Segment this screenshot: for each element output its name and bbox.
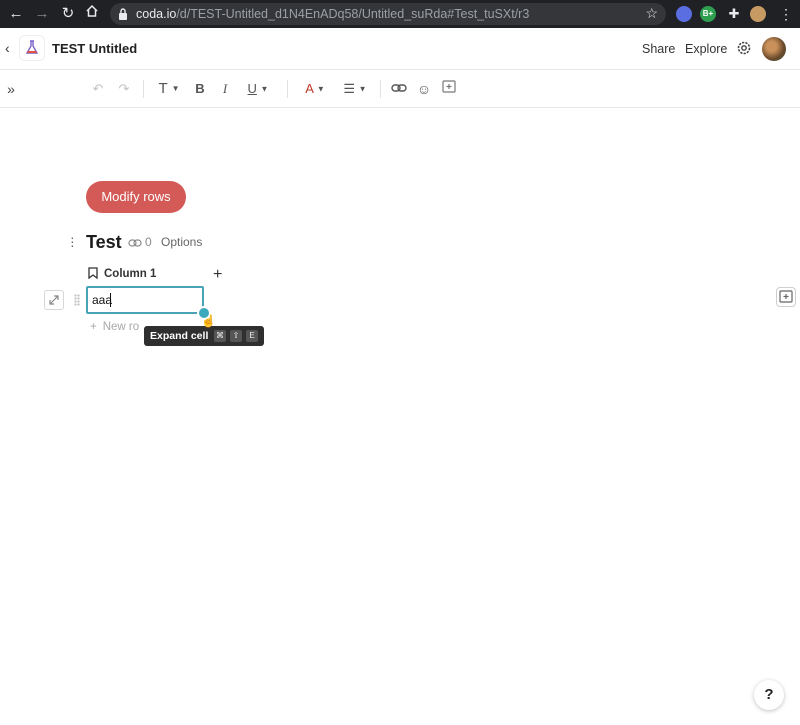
toolbar-divider bbox=[287, 80, 288, 98]
reload-icon[interactable]: ↻ bbox=[58, 4, 78, 24]
e-key: E bbox=[246, 330, 258, 342]
profile-avatar-icon[interactable] bbox=[750, 6, 766, 22]
expand-row-icon[interactable] bbox=[44, 290, 64, 310]
table-menu-icon[interactable]: · · · bbox=[70, 230, 75, 252]
browser-toolbar: ← → ↻ coda.io/d/TEST-Untitled_d1N4EnADq5… bbox=[0, 0, 800, 28]
new-row-button[interactable]: + New ro bbox=[90, 321, 139, 333]
add-comment-side-icon[interactable] bbox=[776, 287, 796, 307]
user-avatar[interactable] bbox=[762, 37, 786, 61]
extension-badge-icon[interactable]: B+ bbox=[700, 6, 716, 22]
text-cursor bbox=[110, 293, 111, 307]
toolbar-divider bbox=[380, 80, 381, 98]
modify-rows-button[interactable]: Modify rows bbox=[86, 181, 186, 213]
doc-flask-icon[interactable] bbox=[20, 36, 44, 60]
table-cell-editing[interactable]: aaa bbox=[86, 286, 204, 314]
command-key: ⌘ bbox=[214, 330, 226, 342]
italic-button[interactable]: I bbox=[218, 80, 232, 98]
connection-count: 0 bbox=[145, 235, 152, 249]
drag-handle[interactable] bbox=[74, 294, 80, 306]
add-column-icon[interactable]: + bbox=[213, 267, 222, 283]
bold-button[interactable]: B bbox=[193, 80, 207, 98]
shift-key: ⇧ bbox=[230, 330, 242, 342]
formatting-toolbar: » ↶ ↷ T ▼ B I U ▼ A ▼ ☰ ▼ ☺ bbox=[0, 70, 800, 108]
lock-icon bbox=[119, 8, 127, 20]
home-icon[interactable] bbox=[82, 4, 102, 24]
add-comment-icon[interactable] bbox=[440, 80, 458, 98]
text-style-dropdown[interactable]: T ▼ bbox=[154, 80, 184, 98]
bookmark-star-icon[interactable]: ☆ bbox=[645, 5, 658, 22]
address-bar[interactable]: coda.io/d/TEST-Untitled_d1N4EnADq58/Unti… bbox=[110, 3, 666, 25]
underline-dropdown[interactable]: U ▼ bbox=[242, 80, 274, 98]
browser-menu-icon[interactable]: ⋮ bbox=[778, 6, 794, 22]
bookmark-icon bbox=[88, 267, 98, 279]
gear-icon[interactable] bbox=[735, 39, 753, 57]
explore-button[interactable]: Explore bbox=[685, 42, 727, 56]
extension-icon[interactable] bbox=[676, 6, 692, 22]
toolbar-divider bbox=[143, 80, 144, 98]
emoji-icon[interactable]: ☺ bbox=[415, 80, 433, 98]
plus-icon: + bbox=[90, 321, 97, 333]
share-button[interactable]: Share bbox=[642, 42, 675, 56]
forward-arrow-icon[interactable]: → bbox=[32, 4, 52, 24]
chevron-left-icon[interactable]: ‹ bbox=[5, 40, 10, 56]
back-arrow-icon[interactable]: ← bbox=[6, 4, 26, 24]
hand-pointer-cursor-icon: ☝ bbox=[201, 314, 216, 328]
puzzle-extensions-icon[interactable]: ✚ bbox=[726, 6, 742, 22]
text-color-dropdown[interactable]: A ▼ bbox=[298, 80, 332, 98]
expand-sidebar-icon[interactable]: » bbox=[4, 80, 18, 98]
expand-cell-tooltip: Expand cell ⌘ ⇧ E bbox=[144, 326, 264, 346]
align-dropdown[interactable]: ☰ ▼ bbox=[340, 80, 370, 98]
help-button[interactable]: ? bbox=[754, 680, 784, 710]
url-text: coda.io/d/TEST-Untitled_d1N4EnADq58/Unti… bbox=[136, 7, 530, 21]
redo-icon[interactable]: ↷ bbox=[116, 80, 132, 98]
table-title[interactable]: Test bbox=[86, 232, 122, 253]
undo-icon[interactable]: ↶ bbox=[90, 80, 106, 98]
column-header[interactable]: Column 1 bbox=[88, 267, 156, 280]
link-icon[interactable] bbox=[390, 80, 408, 98]
link-icon bbox=[128, 239, 142, 247]
options-button[interactable]: Options bbox=[161, 235, 202, 249]
column-header-label: Column 1 bbox=[104, 268, 157, 280]
doc-header: ‹ TEST Untitled Share Explore bbox=[0, 28, 800, 70]
tooltip-label: Expand cell bbox=[150, 330, 209, 342]
doc-title[interactable]: TEST Untitled bbox=[52, 41, 137, 56]
